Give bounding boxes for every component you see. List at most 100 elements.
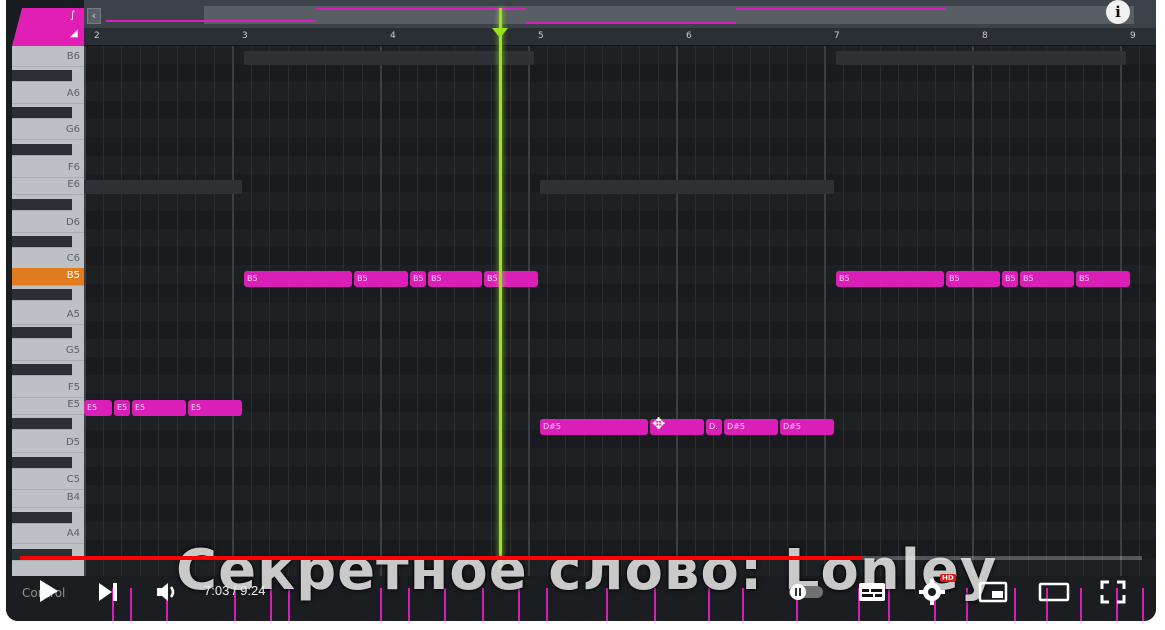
video-frame[interactable]: ‹ ∫ ◢ 2 3 4 5 6 7 8 9 B6 A6 G6 F6 E6 D6 C6 B5 A5…: [6, 0, 1156, 621]
grid-line: [343, 46, 344, 576]
miniplayer-icon: [978, 581, 1008, 603]
autoplay-icon: [789, 584, 823, 600]
note-b5[interactable]: B5: [1002, 271, 1018, 287]
piano-black-key[interactable]: [12, 107, 72, 119]
piano-black-key[interactable]: [12, 70, 72, 82]
piano-keyboard: B6 A6 G6 F6 E6 D6 C6 B5 A5 G5 F5 E5 D5 C5 B4 A4: [12, 46, 84, 576]
next-button[interactable]: [96, 580, 120, 604]
grid-line: [380, 46, 382, 576]
note-b5[interactable]: B5: [354, 271, 408, 287]
grid-line: [287, 46, 289, 576]
piano-key-e5[interactable]: E5: [12, 397, 84, 415]
grid-line: [84, 46, 86, 576]
grid-line: [417, 46, 418, 576]
piano-key-c6[interactable]: C6: [12, 251, 84, 269]
autoplay-toggle[interactable]: [788, 582, 824, 602]
note-ds5[interactable]: D#5: [540, 419, 648, 435]
video-player[interactable]: ‹ ∫ ◢ 2 3 4 5 6 7 8 9 B6 A6 G6 F6 E6 D6 C6 B5 A5…: [6, 0, 1156, 621]
piano-black-key[interactable]: [12, 289, 72, 301]
play-icon: [40, 580, 58, 602]
piano-key-a4[interactable]: A4: [12, 526, 84, 544]
volume-icon: [157, 583, 175, 601]
grid-line: [435, 46, 437, 576]
piano-black-key[interactable]: [12, 144, 72, 156]
grid-line: [694, 46, 696, 576]
grid-line: [583, 46, 585, 576]
piano-key-f5[interactable]: F5: [12, 380, 84, 398]
grid-line: [1120, 46, 1122, 576]
hd-badge: HD: [940, 574, 956, 582]
grid-line: [620, 46, 622, 576]
note-b5[interactable]: B5: [1020, 271, 1074, 287]
note-e5[interactable]: E5: [132, 400, 186, 416]
note-ds5[interactable]: D#5: [780, 419, 834, 435]
grid-line: [1009, 46, 1010, 576]
note-ds5[interactable]: D.: [706, 419, 722, 435]
velocity-stem: [1142, 588, 1144, 621]
piano-key-label: G6: [65, 124, 80, 135]
piano-black-key[interactable]: [12, 199, 72, 211]
velocity-stem: [1080, 588, 1082, 621]
grid-line: [158, 46, 159, 576]
piano-key-label: A5: [66, 309, 80, 320]
note-ds5[interactable]: D#5: [724, 419, 778, 435]
piano-key-g5[interactable]: G5: [12, 343, 84, 361]
piano-key-label: C5: [66, 474, 80, 485]
piano-black-key[interactable]: [12, 327, 72, 339]
grid-line: [398, 46, 400, 576]
note-b5[interactable]: B5: [1076, 271, 1130, 287]
note-b5[interactable]: B5: [410, 271, 426, 287]
piano-key-label: D6: [65, 217, 80, 228]
scroll-left-icon: ‹: [87, 8, 101, 24]
piano-key-b4[interactable]: B4: [12, 490, 84, 508]
piano-black-key[interactable]: [12, 364, 72, 376]
velocity-stem: [1014, 588, 1016, 621]
time-display: 7:03 / 9:24: [204, 583, 266, 598]
progress-bar[interactable]: [20, 556, 1142, 560]
theater-mode-button[interactable]: [1038, 580, 1070, 604]
playhead: [499, 8, 502, 568]
fullscreen-button[interactable]: [1100, 580, 1126, 604]
grid-line: [1046, 46, 1047, 576]
piano-key-b6[interactable]: B6: [12, 49, 84, 67]
note-b5[interactable]: B5: [946, 271, 1000, 287]
skip-next-icon: [99, 583, 117, 601]
subtitles-button[interactable]: [858, 580, 886, 604]
note-e5[interactable]: E5: [188, 400, 242, 416]
grid-line: [1027, 46, 1029, 576]
piano-key-e6[interactable]: E6: [12, 177, 84, 195]
piano-black-key[interactable]: [12, 236, 72, 248]
theater-icon: [1038, 582, 1070, 602]
settings-button[interactable]: [918, 578, 946, 606]
piano-black-key[interactable]: [12, 418, 72, 430]
miniplayer-button[interactable]: [978, 580, 1008, 604]
ruler-mark: 3: [242, 31, 248, 41]
piano-key-d6[interactable]: D6: [12, 215, 84, 233]
note-b5[interactable]: B5: [836, 271, 944, 287]
note-b5[interactable]: B5: [244, 271, 352, 287]
grid-line: [639, 46, 640, 576]
piano-key-g6[interactable]: G6: [12, 122, 84, 140]
note-e5[interactable]: E5: [114, 400, 130, 416]
info-icon[interactable]: i: [1106, 0, 1130, 24]
piano-black-key[interactable]: [12, 512, 72, 524]
piano-key-f6[interactable]: F6: [12, 160, 84, 178]
piano-key-a6[interactable]: A6: [12, 86, 84, 104]
play-button[interactable]: [36, 578, 60, 604]
piano-key-c5[interactable]: C5: [12, 472, 84, 490]
note-b5[interactable]: B5: [484, 271, 538, 287]
piano-black-key[interactable]: [12, 457, 72, 469]
volume-button[interactable]: [154, 579, 180, 605]
grid-line: [121, 46, 122, 576]
grid-line: [1138, 46, 1140, 576]
grid-line: [269, 46, 270, 576]
piano-key-a5[interactable]: A5: [12, 307, 84, 325]
piano-key-b5[interactable]: B5: [12, 268, 84, 286]
grid-line: [176, 46, 178, 576]
piano-key-label: F5: [67, 382, 80, 393]
note-b5[interactable]: B5: [428, 271, 482, 287]
piano-key-label: E6: [67, 179, 80, 190]
note-e5[interactable]: E5: [84, 400, 112, 416]
piano-key-d5[interactable]: D5: [12, 435, 84, 453]
grid-line: [528, 46, 530, 576]
